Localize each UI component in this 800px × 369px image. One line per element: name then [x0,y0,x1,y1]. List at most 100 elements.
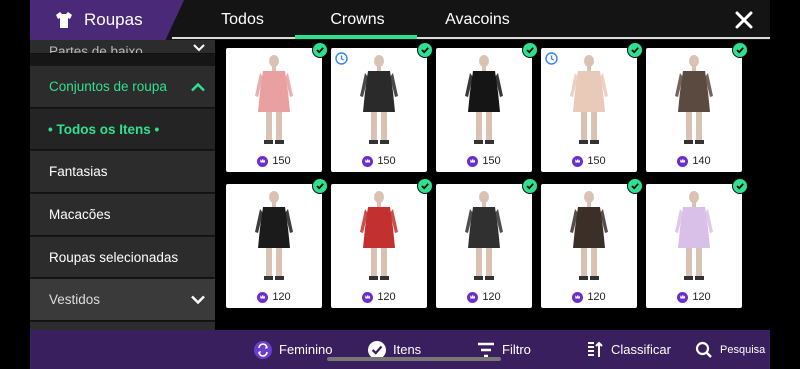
tab-todos[interactable]: Todos [180,0,305,40]
price-value: 150 [482,155,501,167]
crown-coin-icon [467,155,479,167]
outfit-card[interactable]: 150 [226,42,328,172]
crown-coin-icon [362,291,374,303]
owned-items-toggle[interactable]: Itens [368,330,421,369]
chevron-up-icon [191,82,205,91]
wardrobe-screen: Roupas Todos Crowns Avacoins Partes de b… [0,0,800,369]
sort-icon [588,341,603,357]
price-tag: 120 [331,291,427,303]
price-tag: 150 [331,155,427,167]
gender-label: Feminino [279,342,333,357]
crown-coin-icon [467,291,479,303]
price-tag: 140 [646,155,742,167]
price-value: 120 [272,291,291,303]
tab-crowns[interactable]: Crowns [295,0,420,40]
outfit-preview-image [675,55,713,144]
sidebar-item-label: • Todos os Itens • [48,121,160,137]
crown-coin-icon [677,291,689,303]
outfit-preview-image [675,191,713,280]
price-tag: 150 [226,155,322,167]
sidebar-item-label: Vestidos [49,292,101,307]
filter-button[interactable]: Filtro [477,330,531,369]
crown-coin-icon [362,155,374,167]
close-icon [735,11,753,29]
owned-check-icon [522,42,538,58]
crown-coin-icon [257,155,269,167]
outfit-preview-image [570,191,608,280]
sidebar-item-roupas-selecionadas[interactable]: Roupas selecionadas [30,237,215,278]
sidebar-item-vestidos[interactable]: Vestidos [30,279,215,321]
sidebar-item-label: Macacões [49,207,111,222]
tab-avacoins[interactable]: Avacoins [415,0,540,40]
search-icon [695,341,712,358]
outfit-preview-image [360,191,398,280]
price-tag: 120 [436,291,532,303]
sidebar-item-conjuntos-de-roupa[interactable]: Conjuntos de roupa [30,66,215,108]
price-tag: 120 [226,291,322,303]
price-value: 120 [692,291,711,303]
category-tab[interactable]: Roupas [30,0,184,40]
price-tag: 150 [436,155,532,167]
outfit-card[interactable]: 150 [436,42,538,172]
shirt-icon [56,12,72,28]
outfit-card[interactable]: 120 [646,178,748,308]
outfit-card[interactable]: 120 [331,178,433,308]
top-bar: Roupas Todos Crowns Avacoins [30,0,770,40]
owned-check-icon [732,178,748,194]
sidebar-item-label: Fantasias [49,164,108,179]
owned-check-icon [417,178,433,194]
owned-check-icon [312,178,328,194]
sort-button[interactable]: Classificar [586,330,671,369]
sidebar-item-label: Roupas selecionadas [49,249,179,265]
itens-label: Itens [393,342,422,357]
clock-icon [545,52,558,65]
outfit-card[interactable]: 120 [226,178,328,308]
sidebar-item-label: Conjuntos de roupa [49,79,167,94]
owned-check-icon [522,178,538,194]
price-tag: 120 [541,291,637,303]
bottom-bar: Feminino Itens Filtro Classificar Pesqui… [30,330,770,369]
owned-check-icon [627,178,643,194]
price-tag: 120 [646,291,742,303]
price-tag: 150 [541,155,637,167]
outfit-preview-image [465,191,503,280]
price-value: 150 [272,155,291,167]
outfit-preview-image [570,55,608,144]
owned-check-icon [312,42,328,58]
sort-label: Classificar [611,342,671,357]
price-value: 120 [377,291,396,303]
price-value: 120 [482,291,501,303]
sidebar-item-partial [30,322,215,330]
category-sidebar[interactable]: Partes de baixo Conjuntos de roupa • Tod… [30,40,215,330]
outfit-card[interactable]: 120 [436,178,538,308]
crown-coin-icon [572,155,584,167]
sidebar-item-label: Partes de baixo [49,44,143,54]
chevron-down-icon [193,44,205,52]
crown-coin-icon [572,291,584,303]
filter-label: Filtro [502,342,531,357]
price-value: 150 [377,155,396,167]
chevron-down-icon [191,295,205,304]
search-label: Pesquisa [720,343,766,356]
close-button[interactable] [730,6,758,34]
gender-toggle-button[interactable]: Feminino [254,330,332,369]
price-value: 150 [587,155,606,167]
outfit-card[interactable]: 120 [541,178,643,308]
sidebar-item-fantasias[interactable]: Fantasias [30,151,215,193]
sidebar-item-partes-de-baixo[interactable]: Partes de baixo [30,40,215,54]
outfit-card[interactable]: 140 [646,42,748,172]
outfit-card[interactable]: 150 [331,42,433,172]
outfit-preview-image [255,55,293,144]
search-button[interactable]: Pesquisa [695,330,765,369]
owned-check-icon [417,42,433,58]
owned-check-icon [732,42,748,58]
outfit-card[interactable]: 150 [541,42,643,172]
sidebar-item-macacoes[interactable]: Macacões [30,194,215,236]
sidebar-item-todos-os-itens[interactable]: • Todos os Itens • [30,109,215,150]
clock-icon [335,52,348,65]
check-circle-icon [368,340,386,359]
crown-coin-icon [257,291,269,303]
owned-check-icon [627,42,643,58]
swap-gender-icon [254,340,272,359]
price-value: 140 [692,155,711,167]
